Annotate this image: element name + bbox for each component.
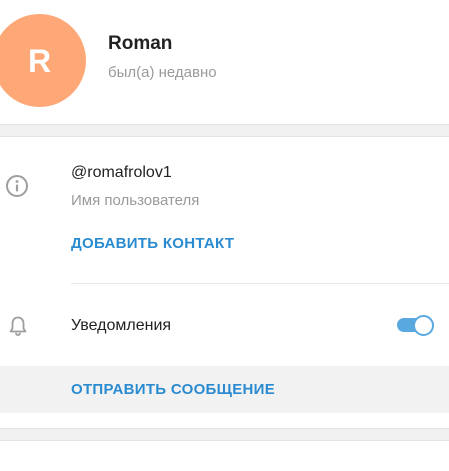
- avatar-letter: R: [27, 42, 52, 79]
- section-separator: [0, 124, 449, 137]
- username-caption: Имя пользователя: [71, 192, 200, 209]
- user-profile-panel: R Roman был(а) недавно @romafrolov1 Имя …: [0, 0, 449, 471]
- section-separator: [0, 428, 449, 441]
- info-icon: [6, 175, 28, 197]
- divider: [71, 283, 449, 284]
- username[interactable]: @romafrolov1: [71, 164, 172, 182]
- profile-status: был(а) недавно: [108, 64, 217, 81]
- add-contact-button[interactable]: ДОБАВИТЬ КОНТАКТ: [71, 235, 234, 252]
- notifications-label: Уведомления: [71, 317, 172, 334]
- send-message-button[interactable]: ОТПРАВИТЬ СООБЩЕНИЕ: [0, 366, 449, 413]
- profile-name: Roman: [108, 33, 173, 54]
- toggle-knob: [413, 315, 434, 336]
- bell-icon: [9, 316, 27, 336]
- notifications-toggle[interactable]: [397, 315, 434, 336]
- avatar[interactable]: R: [0, 14, 86, 107]
- profile-header: R Roman был(а) недавно: [0, 0, 449, 125]
- send-message-label: ОТПРАВИТЬ СООБЩЕНИЕ: [71, 381, 276, 398]
